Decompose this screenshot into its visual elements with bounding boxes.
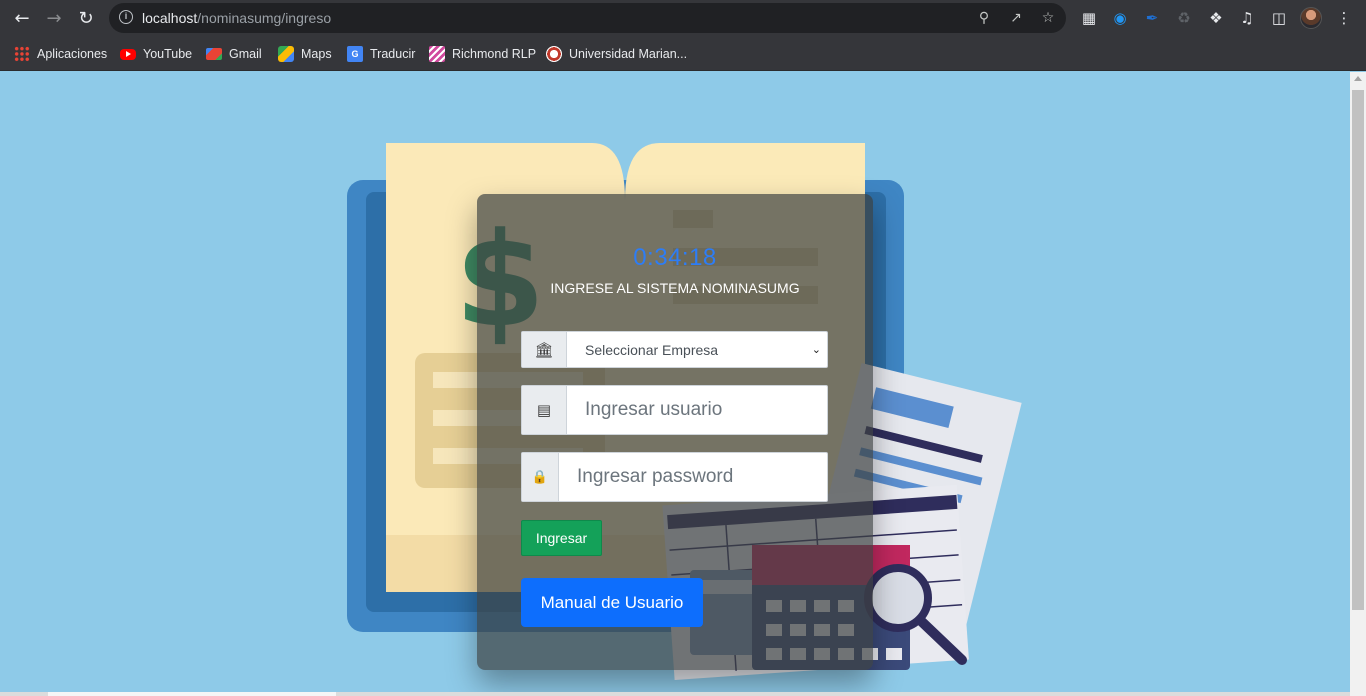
bookmark-maps[interactable]: Maps [278, 45, 332, 63]
company-select-group: 🏛 Seleccionar Empresa ⌄ [521, 331, 828, 368]
url-text[interactable]: localhost/nominasumg/ingreso [142, 10, 331, 26]
user-input[interactable]: Ingresar usuario [567, 386, 827, 434]
ingresar-button[interactable]: Ingresar [521, 520, 602, 556]
university-icon [546, 46, 562, 62]
bookmark-aplicaciones[interactable]: Aplicaciones [14, 45, 107, 63]
bookmark-traducir[interactable]: G Traducir [347, 45, 415, 63]
apps-grid-icon [14, 46, 30, 62]
extension-docs-icon[interactable]: ▦ [1079, 8, 1099, 28]
id-card-icon: ▤ [522, 386, 567, 434]
bookmark-youtube[interactable]: YouTube [120, 45, 192, 63]
bookmark-star-icon[interactable]: ☆ [1038, 8, 1058, 28]
forward-icon[interactable]: → [42, 6, 66, 30]
horizontal-scrollbar[interactable] [0, 692, 1350, 696]
scroll-thumb[interactable] [1352, 90, 1364, 610]
password-input[interactable]: Ingresar password [559, 453, 827, 501]
site-info-icon[interactable]: i [119, 10, 133, 24]
login-card: 0:34:18 INGRESE AL SISTEMA NOMINASUMG 🏛 … [477, 194, 873, 670]
zoom-icon[interactable]: ⚲ [974, 8, 994, 28]
media-queue-icon[interactable]: ♫ [1237, 8, 1257, 28]
maps-icon [278, 46, 294, 62]
back-icon[interactable]: ← [10, 6, 34, 30]
clock-display: 0:34:18 [633, 244, 717, 271]
extension-media-icon[interactable]: ◉ [1110, 8, 1130, 28]
scroll-up-arrow-icon[interactable] [1354, 76, 1362, 81]
youtube-icon [120, 48, 136, 60]
side-panel-icon[interactable]: ◫ [1269, 8, 1289, 28]
bookmark-universidad[interactable]: Universidad Marian... [546, 45, 687, 63]
extension-recycle-icon[interactable]: ♻ [1174, 8, 1194, 28]
chevron-down-icon: ⌄ [811, 343, 821, 356]
user-manual-button[interactable]: Manual de Usuario [521, 578, 703, 627]
browser-toolbar: ← → ↻ i localhost/nominasumg/ingreso ⚲ ↗… [0, 0, 1366, 36]
extensions-puzzle-icon[interactable]: ❖ [1206, 8, 1226, 28]
translate-icon: G [347, 46, 363, 62]
address-bar[interactable]: i localhost/nominasumg/ingreso ⚲ ↗ ☆ [109, 3, 1066, 33]
bookmark-gmail[interactable]: Gmail [206, 45, 262, 63]
bank-icon: 🏛 [522, 332, 567, 367]
page-viewport: $ [0, 72, 1350, 692]
password-input-group: 🔒 Ingresar password [521, 452, 828, 502]
extension-pen-icon[interactable]: ✒ [1142, 8, 1162, 28]
horizontal-scroll-thumb[interactable] [48, 692, 336, 696]
share-icon[interactable]: ↗ [1006, 8, 1026, 28]
menu-kebab-icon[interactable]: ⋮ [1334, 8, 1354, 28]
lock-icon: 🔒 [522, 453, 559, 501]
richmond-icon [429, 46, 445, 62]
bookmark-richmond[interactable]: Richmond RLP [429, 45, 536, 63]
user-input-group: ▤ Ingresar usuario [521, 385, 828, 435]
login-heading: INGRESE AL SISTEMA NOMINASUMG [550, 280, 800, 296]
company-select[interactable]: Seleccionar Empresa ⌄ [567, 332, 827, 367]
profile-avatar[interactable] [1300, 7, 1322, 29]
gmail-icon [206, 48, 222, 60]
vertical-scrollbar[interactable] [1350, 72, 1366, 696]
reload-icon[interactable]: ↻ [74, 6, 98, 30]
bookmarks-bar: Aplicaciones YouTube Gmail Maps G Traduci… [0, 36, 1366, 71]
